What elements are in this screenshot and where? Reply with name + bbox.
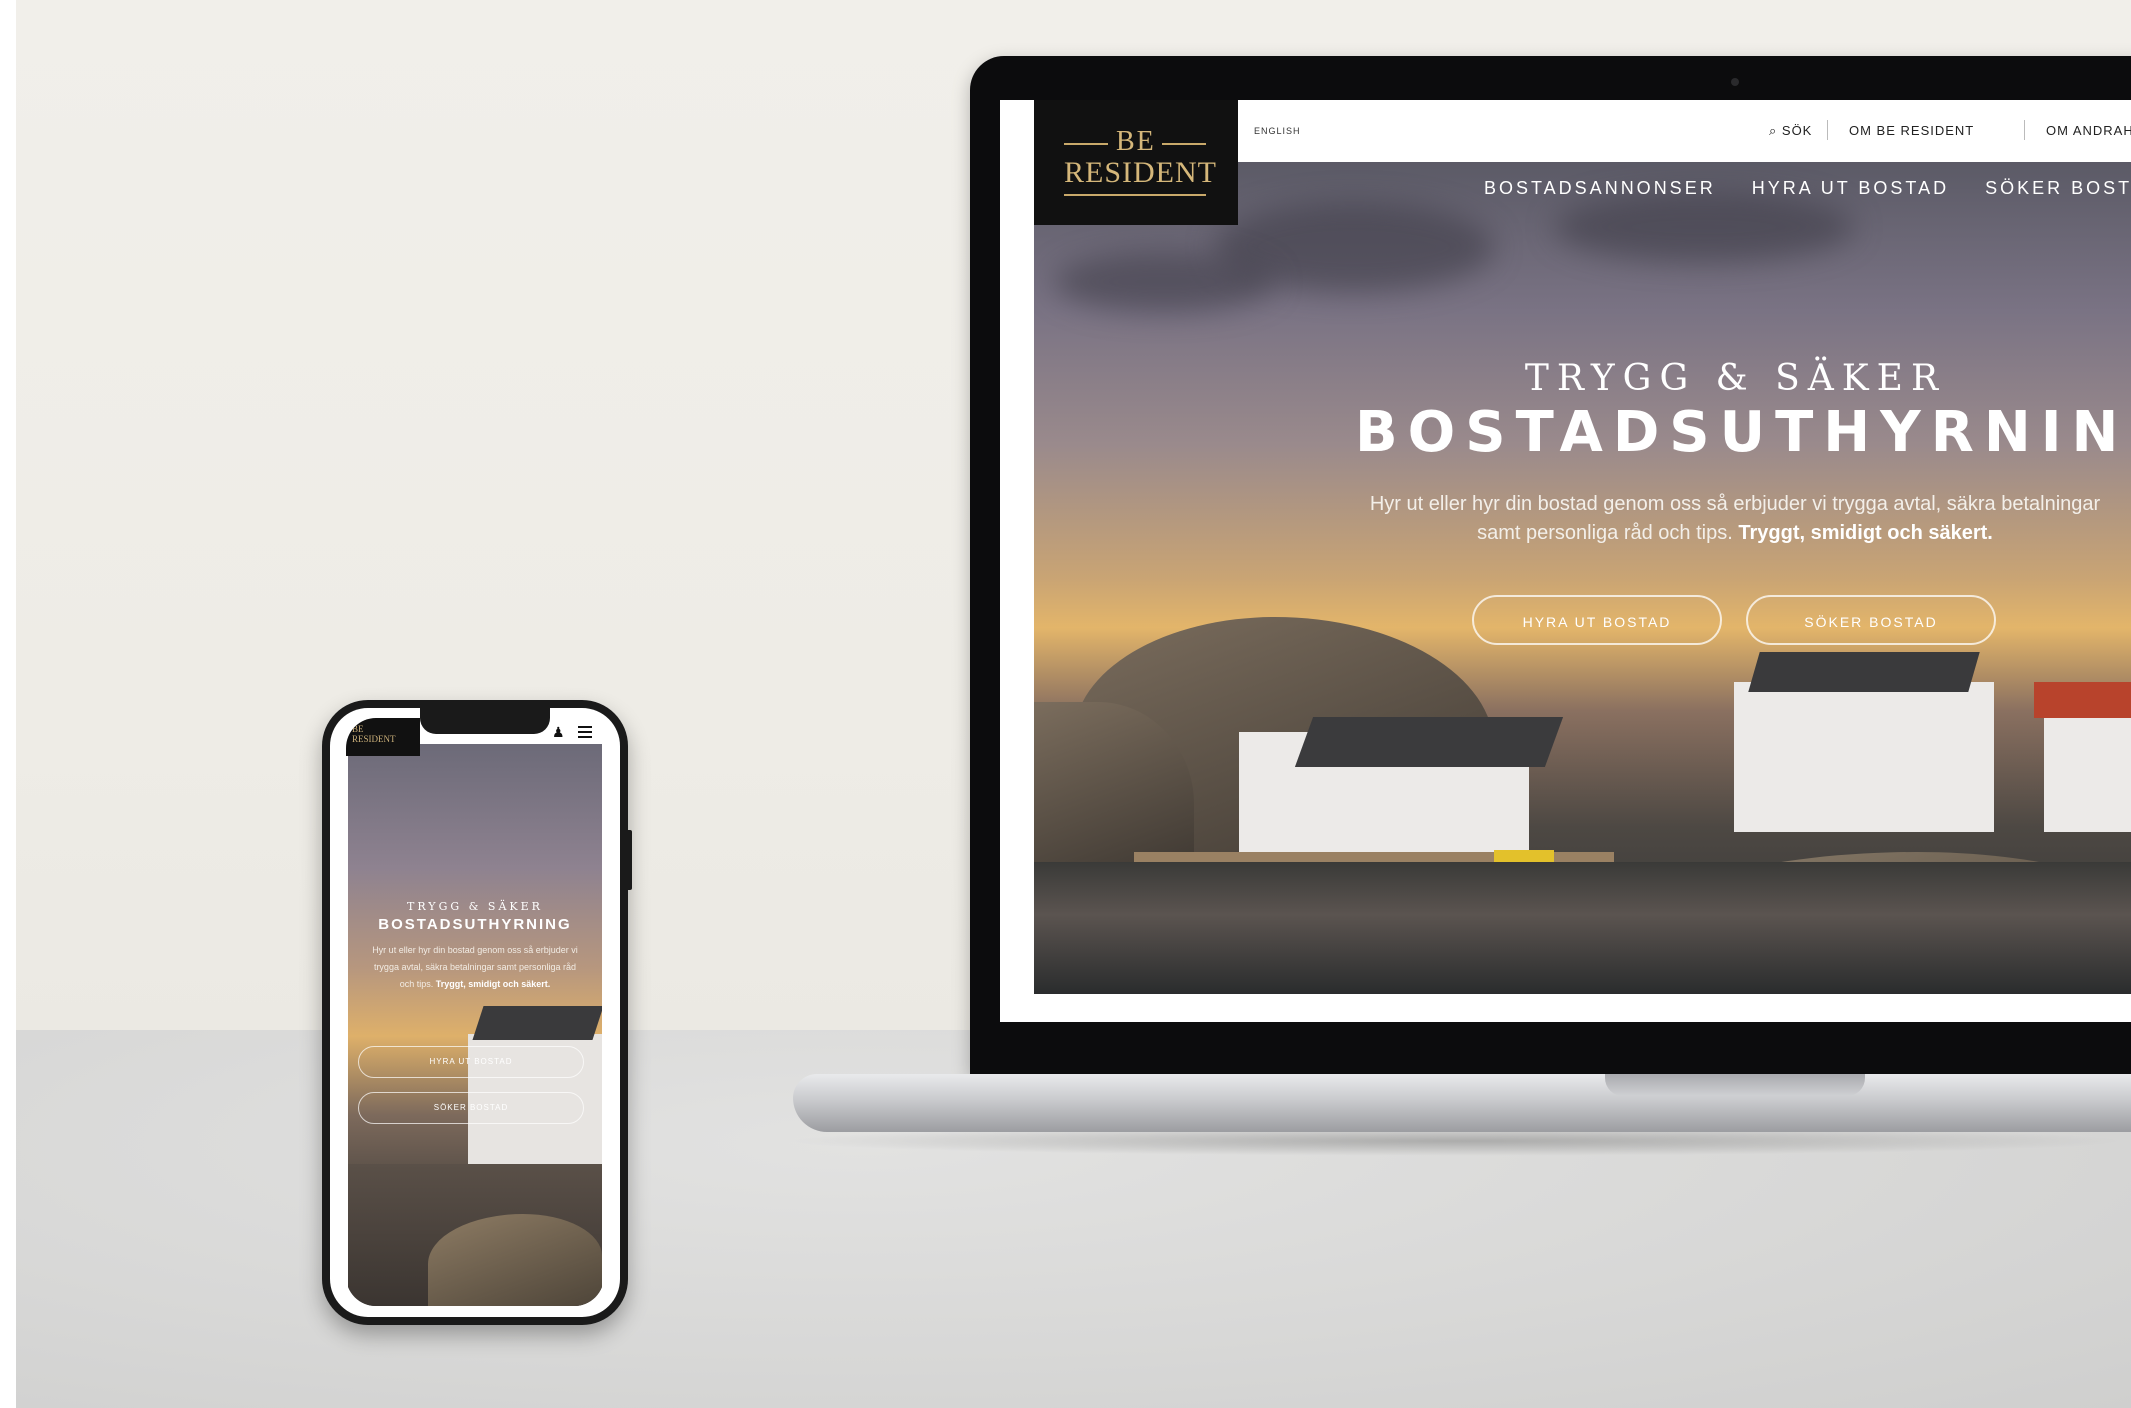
water-reflection <box>1034 862 2131 994</box>
phone-hero-description: Hyr ut eller hyr din bostad genom oss så… <box>366 942 584 993</box>
phone-soker-bostad-button[interactable]: SÖKER BOSTAD <box>358 1092 584 1124</box>
phone-hero-image: TRYGG & SÄKER BOSTADSUTHYRNING Hyr ut el… <box>348 744 602 1306</box>
laptop-screen: ENGLISH ⌕ SÖK OM BE RESIDENT OM ANDRAH B… <box>1000 100 2131 1022</box>
nav-soker-bostad[interactable]: SÖKER BOST <box>1985 178 2131 198</box>
main-navigation: BOSTADSANNONSER HYRA UT BOSTAD SÖKER BOS… <box>1484 178 2131 199</box>
logo-text-be: BE <box>1116 126 1156 157</box>
laptop-camera <box>1731 78 1739 86</box>
divider <box>2024 120 2025 140</box>
yellow-boat <box>1494 850 1554 862</box>
hyra-ut-bostad-button[interactable]: HYRA UT BOSTAD <box>1472 595 1722 645</box>
phone-logo-resident: RESIDENT <box>352 734 396 744</box>
phone-hyra-ut-bostad-button[interactable]: HYRA UT BOSTAD <box>358 1046 584 1078</box>
nav-hyra-ut-bostad[interactable]: HYRA UT BOSTAD <box>1752 178 1949 198</box>
villa-roof <box>472 1006 602 1040</box>
phone-logo-text: BE RESIDENT <box>352 724 396 744</box>
left-margin <box>0 0 16 1408</box>
cloud <box>1054 252 1274 312</box>
phone-site-logo[interactable]: BE RESIDENT <box>346 718 420 756</box>
logo-text-resident: RESIDENT <box>1064 156 1217 189</box>
white-villa <box>1734 682 1994 832</box>
phone-logo-be: BE <box>352 724 364 734</box>
villa-roof <box>1748 652 1980 692</box>
phone-hero-kicker: TRYGG & SÄKER <box>407 900 543 913</box>
boathouse-roof <box>1294 717 1564 767</box>
phone-side-button <box>626 830 632 890</box>
logo-underline <box>1064 194 1206 196</box>
laptop-opening-notch <box>1605 1074 1865 1096</box>
phone-hero-title: BOSTADSUTHYRNING <box>378 916 572 933</box>
soker-bostad-button[interactable]: SÖKER BOSTAD <box>1746 595 1996 645</box>
hero-title: BOSTADSUTHYRNING <box>1355 400 2131 465</box>
logo-rule <box>1162 143 1206 145</box>
search-link[interactable]: ⌕ SÖK <box>1769 123 1812 139</box>
hamburger-icon[interactable] <box>578 726 592 741</box>
phone-hero-description-bold: Tryggt, smidigt och säkert. <box>435 979 551 989</box>
hero-description: Hyr ut eller hyr din bostad genom oss så… <box>1355 490 2115 548</box>
hero-description-bold: Tryggt, smidigt och säkert. <box>1738 522 1993 544</box>
hero-kicker: TRYGG & SÄKER <box>1524 358 1947 399</box>
red-roof <box>2034 682 2131 718</box>
divider <box>1827 120 1828 140</box>
logo-rule <box>1064 143 1108 145</box>
hero-image <box>1034 162 2131 994</box>
about-other-link[interactable]: OM ANDRAH <box>2046 123 2131 138</box>
laptop-base <box>793 1074 2131 1132</box>
red-roof-house <box>2044 712 2131 832</box>
site-logo[interactable]: BE RESIDENT <box>1034 100 1238 225</box>
cloud <box>1554 192 1854 262</box>
phone-screen: TRYGG & SÄKER BOSTADSUTHYRNING Hyr ut el… <box>346 718 604 1306</box>
user-icon[interactable]: ♟ <box>552 724 565 741</box>
nav-bostadsannonser[interactable]: BOSTADSANNONSER <box>1484 178 1716 198</box>
phone-notch <box>420 706 550 734</box>
language-link[interactable]: ENGLISH <box>1254 126 1301 136</box>
laptop-chin <box>970 1022 2131 1074</box>
about-link[interactable]: OM BE RESIDENT <box>1849 123 1974 138</box>
